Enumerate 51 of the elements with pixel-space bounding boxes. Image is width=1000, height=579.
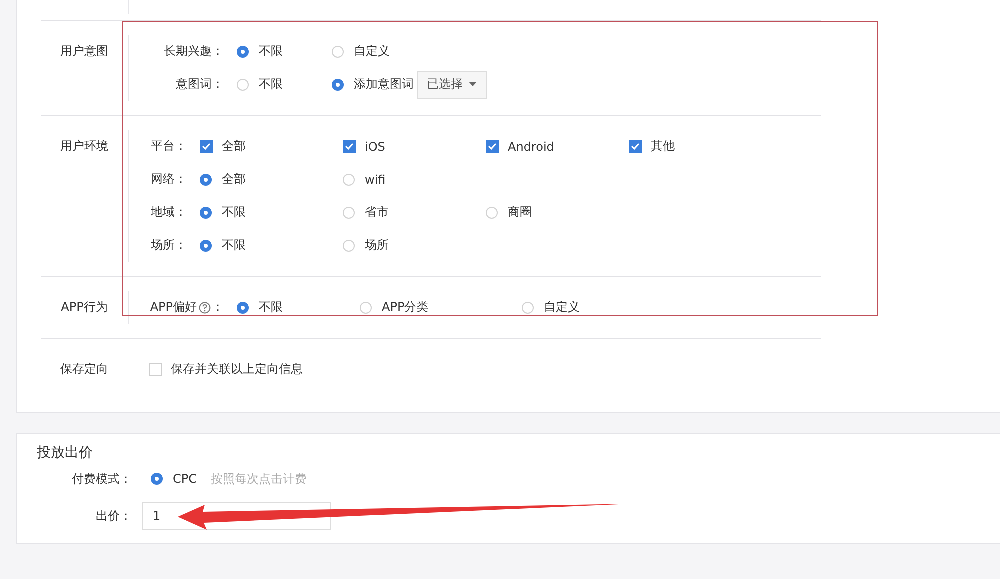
field-label: 意图词：	[176, 76, 224, 93]
field-label-colon: ：	[212, 299, 224, 316]
option-label: 不限	[222, 204, 246, 221]
option-label: 不限	[259, 299, 283, 316]
option-label: 商圈	[508, 204, 532, 221]
option-label: 省市	[365, 204, 389, 221]
option-label: 全部	[222, 138, 246, 155]
option-label: 不限	[259, 43, 283, 60]
radio-button[interactable]	[200, 240, 212, 252]
caret-icon	[469, 82, 477, 87]
field-label: 地域：	[151, 204, 187, 221]
option-label: 保存并关联以上定向信息	[171, 361, 303, 378]
option-label: APP分类	[382, 299, 429, 316]
option-label: 场所	[365, 237, 389, 254]
section-label: APP行为	[60, 299, 109, 316]
field-label: 平台：	[151, 138, 187, 155]
field-label: 长期兴趣：	[164, 43, 224, 60]
checkbox[interactable]	[343, 140, 356, 153]
option-label: CPC	[173, 472, 197, 486]
field-label: 网络：	[151, 171, 187, 188]
dropdown-button[interactable]: 已选择	[417, 70, 487, 98]
option-label: 自定义	[354, 43, 390, 60]
field-label: 场所：	[151, 237, 187, 254]
section-label: 用户环境	[60, 138, 110, 155]
checkbox[interactable]	[200, 140, 213, 153]
radio-button[interactable]	[200, 206, 212, 218]
radio-button[interactable]	[332, 78, 344, 90]
radio-button[interactable]	[237, 302, 249, 314]
section-title: 投放出价	[37, 444, 94, 463]
option-label: 自定义	[544, 299, 580, 316]
section-label: 用户意图	[60, 43, 110, 60]
option-label: 不限	[222, 237, 246, 254]
checkbox[interactable]	[486, 140, 499, 153]
section-label: 保存定向	[60, 361, 110, 378]
option-label: iOS	[365, 140, 386, 154]
field-label: APP偏好	[150, 299, 197, 316]
option-label: 全部	[222, 171, 246, 188]
checkbox[interactable]	[629, 140, 642, 153]
option-label: wifi	[365, 172, 386, 186]
field-label: 出价：	[95, 508, 132, 524]
field-label: 付费模式：	[71, 470, 132, 488]
radio-button[interactable]	[200, 174, 212, 186]
hint-text: 按照每次点击计费	[211, 470, 307, 488]
option-label: Android	[508, 140, 554, 154]
option-label: 不限	[259, 76, 283, 93]
radio-button[interactable]	[237, 46, 249, 58]
help-icon[interactable]	[199, 302, 211, 314]
checkbox[interactable]	[149, 363, 162, 376]
option-label: 添加意图词	[354, 76, 414, 93]
radio-button[interactable]	[151, 473, 163, 485]
option-label: 其他	[651, 138, 675, 155]
